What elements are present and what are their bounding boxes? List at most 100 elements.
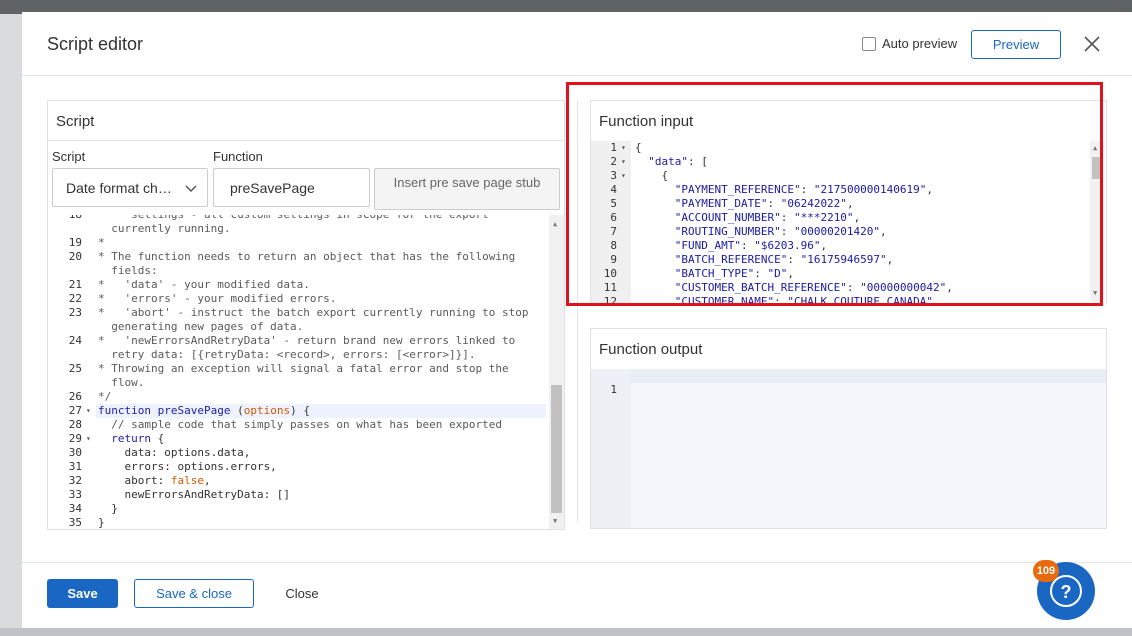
code-token: "FUND_AMT" [635,239,741,252]
code-token: : [767,197,781,210]
input-scrollbar[interactable]: ▲ ▼ [1090,141,1104,301]
line-number: 12 [603,295,617,304]
line-number: 19 [68,236,82,249]
code-token: : [780,211,794,224]
code-token: // sample code that simply passes on wha… [98,418,502,431]
code-text: */ [98,390,111,404]
fold-arrow-icon[interactable]: ▾ [621,169,626,183]
code-token: * 'errors' - your modified errors. [98,292,337,305]
fold-arrow-icon[interactable]: ▾ [86,432,91,446]
modal-title: Script editor [47,34,144,54]
code-token: * 'data' - your modified data. [98,278,310,291]
code-token: newErrorsAndRetryData: [] [98,488,291,501]
line-number: 18 [48,215,82,222]
preview-button[interactable]: Preview [971,30,1061,59]
line-number: 28 [68,418,82,431]
code-text: currently running. [98,222,230,236]
code-text: retry data: [{retryData: <record>, error… [98,348,475,362]
code-token: "217500000140619" [813,183,927,196]
code-token: "06242022" [780,197,847,210]
code-token: : [774,295,788,304]
code-token: */ [98,390,112,403]
code-token: "ROUTING_NUMBER" [635,225,781,238]
line-number: 23 [68,306,82,319]
insert-stub-button[interactable]: Insert pre save page stub [374,168,560,210]
code-text: "ROUTING_NUMBER": "00000201420", [635,225,887,239]
auto-preview-toggle[interactable]: Auto preview [862,36,957,51]
code-text: "data": [ [635,155,708,169]
fold-arrow-icon[interactable]: ▾ [621,141,626,155]
scroll-up-arrow-icon[interactable]: ▲ [553,220,557,228]
code-text: abort: false, [98,474,211,488]
line-number: 7 [610,225,617,238]
code-token: flow. [98,376,145,389]
active-line-highlight [631,369,1106,383]
code-token: errors: options.errors, [98,460,277,473]
line-number: 34 [68,502,82,515]
scroll-down-arrow-icon[interactable]: ▼ [1093,289,1097,297]
code-token: "16175946597" [800,253,887,266]
line-number: 32 [68,474,82,487]
code-text: * 'errors' - your modified errors. [98,292,336,306]
auto-preview-label: Auto preview [882,36,958,51]
input-scrollbar-thumb[interactable] [1092,157,1102,179]
code-token: currently running. [98,222,231,235]
code-token: options [243,404,291,417]
code-text: * [98,236,105,250]
code-text: "CUSTOMER_BATCH_REFERENCE": "00000000042… [635,281,953,295]
fold-arrow-icon[interactable]: ▾ [86,404,91,418]
code-token: "data" [635,155,688,168]
code-token: { [635,141,642,154]
line-number: 2 [610,155,617,168]
code-token: , [787,267,794,280]
script-code-editor[interactable]: 18 settings - all custom settings in sco… [48,215,564,529]
line-number: 10 [603,267,617,280]
save-and-close-button[interactable]: Save & close [134,579,254,608]
code-token: "***2210" [793,211,854,224]
line-number: 22 [68,292,82,305]
code-token: , [880,225,887,238]
code-token: , [820,239,828,252]
code-token: "00000201420" [793,225,881,238]
close-button[interactable]: Close [272,579,332,608]
code-token: , [933,295,940,304]
code-text: settings - all custom settings in scope … [98,215,489,222]
function-field-label: Function [213,149,263,164]
auto-preview-checkbox[interactable] [862,36,876,51]
code-token: "CUSTOMER_BATCH_REFERENCE" [635,281,847,294]
line-number: 30 [68,446,82,459]
function-output-editor[interactable]: 1 [591,369,1106,528]
code-text: { [635,169,668,183]
script-select[interactable]: Date format ch… [52,168,208,207]
code-text: data: options.data, [98,446,250,460]
code-token: } [98,502,118,515]
line-number: 20 [68,250,82,263]
code-token: fields: [98,264,158,277]
function-input-editor[interactable]: 1 ▾ {2 ▾ "data": [3 ▾ {4 "PAYMENT_REFERENCE"… [591,141,1106,304]
script-scrollbar[interactable]: ▲ ▼ [549,215,564,529]
code-token: abort: [98,474,171,487]
panel-divider [48,140,564,141]
modal-header: Script editor Auto preview Preview [22,12,1132,76]
function-input-panel: Function input 1 ▾ {2 ▾ "data": [3 ▾ {4 "PAY… [590,100,1107,304]
code-text: "CUSTOMER_NAME": "CHALK COUTURE CANADA", [635,295,940,304]
code-text: * 'data' - your modified data. [98,278,310,292]
fold-arrow-icon[interactable]: ▾ [621,155,626,169]
code-token: : [846,281,861,294]
close-icon[interactable] [1082,34,1102,54]
code-token: false [170,474,204,487]
code-token: , [846,197,854,210]
code-token: return [98,432,158,445]
line-number: 3 [610,169,617,182]
scroll-up-arrow-icon[interactable]: ▲ [1093,144,1097,152]
line-number: 8 [610,239,617,252]
save-button[interactable]: Save [47,579,118,608]
code-token: ) { [290,404,310,417]
script-scrollbar-thumb[interactable] [551,385,562,513]
scroll-down-arrow-icon[interactable]: ▼ [553,517,557,525]
code-token: , [203,474,211,487]
code-token: * The function needs to return an object… [98,250,516,263]
panel-splitter[interactable] [577,100,578,522]
code-token: generating new pages of data. [98,320,304,333]
function-input[interactable]: preSavePage [213,168,370,207]
